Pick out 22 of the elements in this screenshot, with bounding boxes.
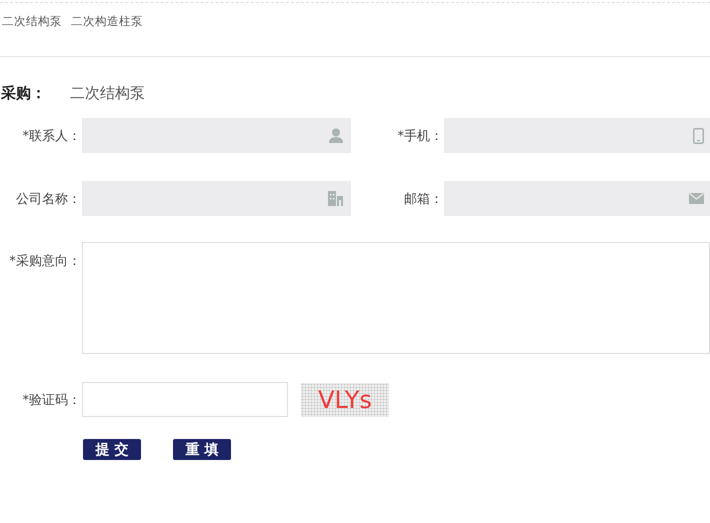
field-label: *手机： xyxy=(396,128,443,144)
tag-link[interactable]: 二次构造柱泵 xyxy=(71,13,143,29)
input-field[interactable] xyxy=(82,181,351,216)
field-label: *采购意向： xyxy=(8,253,81,271)
mail-icon xyxy=(689,193,704,204)
field-label: 邮箱： xyxy=(403,190,443,208)
field-label: 公司名称： xyxy=(15,190,81,208)
phone-icon xyxy=(693,128,704,144)
form-button[interactable]: 重 填 xyxy=(173,439,231,460)
person-icon xyxy=(329,128,343,143)
captcha-field[interactable] xyxy=(82,382,288,417)
input-field[interactable] xyxy=(444,181,710,216)
form-button[interactable]: 提 交 xyxy=(83,439,141,460)
field-label: *验证码： xyxy=(22,392,81,408)
tag-link[interactable]: 二次结构泵 xyxy=(2,13,62,29)
input-field[interactable] xyxy=(82,118,351,153)
product-name: 二次结构泵 xyxy=(70,84,145,102)
input-field[interactable] xyxy=(444,118,710,153)
field-label: *联系人： xyxy=(22,128,81,144)
purchase-label: 采购： xyxy=(1,84,47,102)
building-icon xyxy=(328,191,343,206)
message-field[interactable] xyxy=(82,242,710,354)
